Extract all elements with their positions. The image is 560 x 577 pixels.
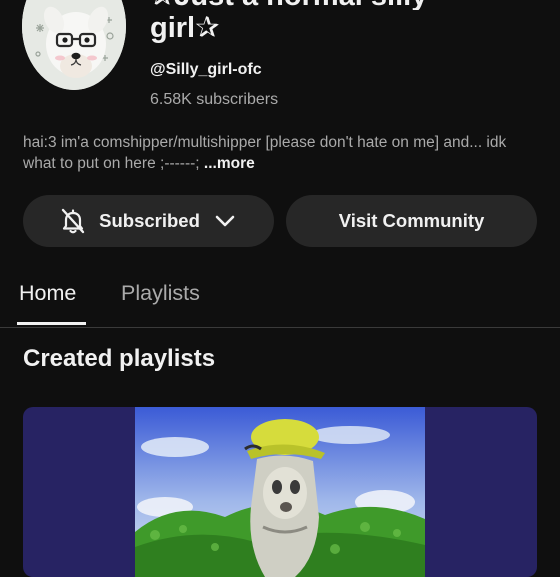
subscribed-button[interactable]: Subscribed [23,195,274,247]
channel-description-text: hai:3 im'a comshipper/multishipper [plea… [23,134,507,172]
channel-name: ✰Just a normal silly girl✰ [150,0,427,46]
tab-playlists[interactable]: Playlists [121,281,200,306]
playlist-thumbnail[interactable] [23,407,537,577]
created-playlists-heading: Created playlists [23,345,216,372]
tab-home[interactable]: Home [19,281,76,306]
channel-tabs: Home Playlists [0,272,560,328]
channel-handle: @Silly_girl-ofc [150,61,262,78]
bell-off-icon [61,208,85,234]
subscribed-label: Subscribed [99,210,200,231]
channel-name-line1: ✰Just a normal silly [150,0,427,10]
visit-community-button[interactable]: Visit Community [286,195,537,247]
visit-community-label: Visit Community [338,210,485,231]
avatar-dog-image [22,0,126,90]
channel-name-line2: girl✰ [150,12,220,44]
selected-tab-indicator [17,322,86,325]
channel-avatar[interactable] [22,0,126,90]
subscriber-count: 6.58K subscribers [150,91,279,108]
more-link[interactable]: ...more [204,155,255,172]
playlist-thumbnail-image [135,407,425,577]
channel-description[interactable]: hai:3 im'a comshipper/multishipper [plea… [23,132,543,174]
chevron-down-icon [215,215,235,227]
